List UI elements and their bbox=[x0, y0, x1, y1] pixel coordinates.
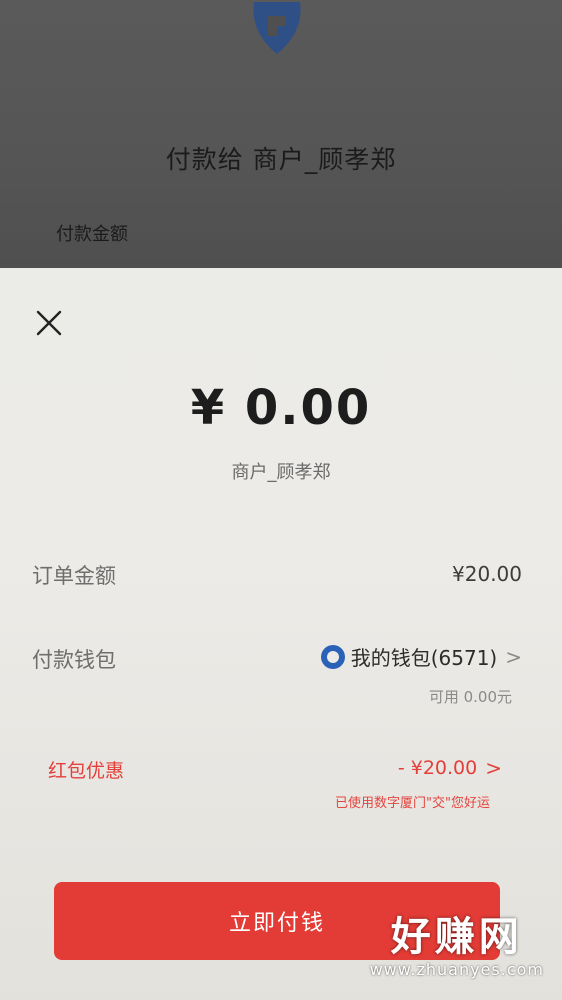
redpacket-note: 已使用数字厦门"交"您好运 bbox=[335, 796, 490, 811]
chevron-right-icon: > bbox=[485, 756, 502, 780]
redpacket-value: - ¥20.00 bbox=[397, 757, 478, 779]
redpacket-selector[interactable]: - ¥20.00 > bbox=[398, 756, 502, 780]
close-icon[interactable] bbox=[32, 306, 66, 340]
watermark-title: 好赚网 bbox=[390, 914, 523, 960]
order-amount-value: ¥20.00 bbox=[452, 562, 522, 586]
available-balance: 可用 0.00元 bbox=[428, 688, 512, 706]
wallet-label: 付款钱包 bbox=[32, 648, 116, 672]
background-page: 付款给 商户_顾孝郑 付款金额 bbox=[0, 0, 562, 268]
watermark-url: www.zhuanyes.com bbox=[369, 960, 544, 979]
chevron-right-icon: > bbox=[505, 644, 522, 669]
wallet-selector[interactable]: 我的钱包(6571) > bbox=[320, 642, 522, 671]
payment-sheet: ¥ 0.00 商户_顾孝郑 订单金额 ¥20.00 付款钱包 我的钱包(6571… bbox=[0, 268, 562, 1000]
bank-logo-icon bbox=[253, 2, 301, 54]
merchant-name: 商户_顾孝郑 bbox=[231, 462, 331, 483]
wallet-icon bbox=[320, 644, 345, 669]
pay-to-title: 付款给 商户_顾孝郑 bbox=[165, 145, 397, 174]
payment-amount: ¥ 0.00 bbox=[190, 380, 372, 436]
redpacket-label: 红包优惠 bbox=[48, 760, 125, 782]
wallet-value: 我的钱包(6571) bbox=[350, 646, 498, 670]
amount-caption: 付款金额 bbox=[56, 224, 128, 245]
order-amount-label: 订单金额 bbox=[32, 564, 116, 588]
watermark: 好赚网 www.zhuanyes.com bbox=[370, 914, 544, 979]
